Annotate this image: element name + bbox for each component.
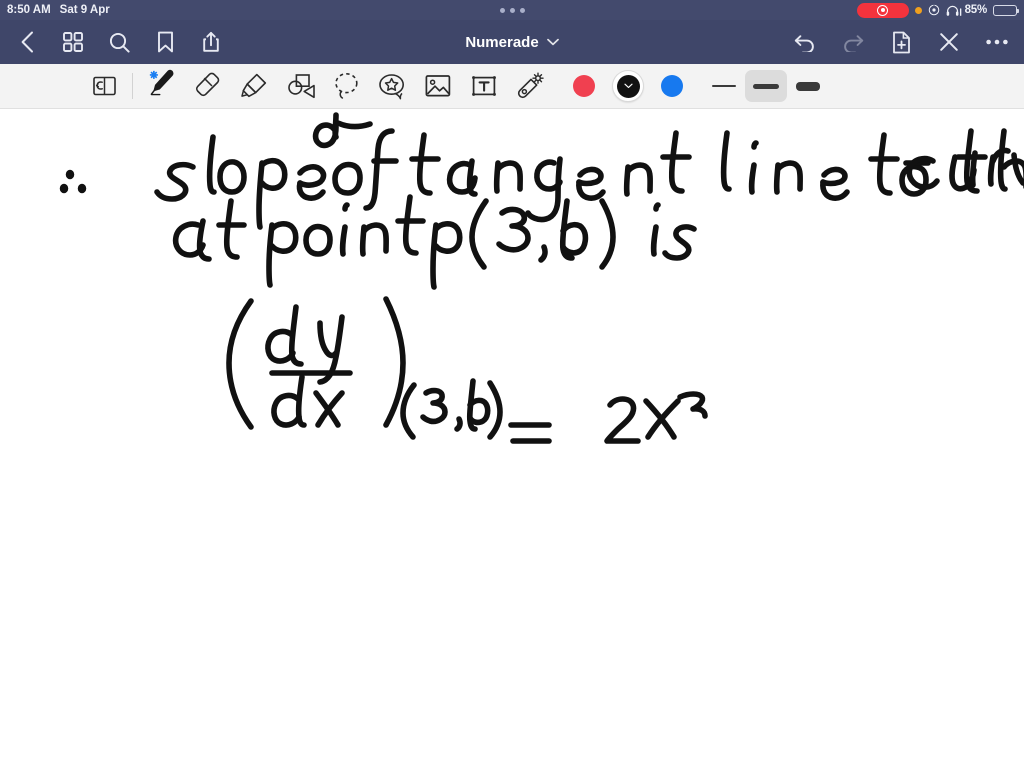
shapes-tool[interactable] <box>277 67 323 105</box>
ipad-notes-app-window: 8:50 AM Sat 9 Apr 85% Numerade ⁕ <box>0 0 1024 768</box>
laser-tool[interactable] <box>507 67 553 105</box>
more-button[interactable] <box>984 29 1010 55</box>
headphones-icon <box>946 4 961 16</box>
color-black[interactable] <box>606 67 650 105</box>
page-flip-tool[interactable] <box>82 67 128 105</box>
microphone-in-use-dot <box>914 6 922 14</box>
status-time: 8:50 AM <box>7 4 51 16</box>
eraser-icon <box>196 72 220 97</box>
close-button[interactable] <box>936 29 962 55</box>
highlighter-icon <box>241 73 267 98</box>
battery-icon <box>993 4 1020 16</box>
navigation-bar: Numerade <box>0 20 1024 64</box>
color-blue[interactable] <box>650 67 694 105</box>
redo-icon <box>844 35 864 52</box>
chevron-down-icon[interactable] <box>546 38 559 46</box>
ink-line-2 <box>172 194 697 290</box>
ink-word-curve <box>906 147 1024 192</box>
pen-tool[interactable]: ⁕ <box>139 67 185 105</box>
multitasking-dot <box>509 7 515 13</box>
chevron-left-icon <box>21 31 33 53</box>
stroke-thin-bar <box>712 85 736 87</box>
undo-button[interactable] <box>792 29 818 55</box>
search-button[interactable] <box>106 29 132 55</box>
stroke-medium-bar <box>753 83 779 89</box>
color-swatch-blue <box>661 75 683 97</box>
navigation-left-group <box>14 29 224 55</box>
grid-icon <box>63 32 83 52</box>
ellipsis-icon <box>986 39 1008 45</box>
shapes-icon <box>288 74 315 99</box>
bookmark-button[interactable] <box>152 29 178 55</box>
handwritten-ink-layer-2 <box>172 147 1024 444</box>
navigation-right-group <box>792 29 1010 55</box>
page-flip-icon <box>93 76 116 96</box>
screen-recording-icon <box>877 4 889 16</box>
highlighter-tool[interactable] <box>231 67 277 105</box>
multitasking-dot <box>499 7 505 13</box>
ink-rhs-2x3 <box>604 391 708 444</box>
stroke-thick[interactable] <box>787 70 829 102</box>
document-plus-icon <box>892 31 910 53</box>
color-swatch-red <box>573 75 595 97</box>
status-bar-right: 85% <box>856 2 1020 18</box>
page-title: Numerade <box>465 33 539 51</box>
image-icon <box>425 75 451 97</box>
text-box-icon <box>472 76 496 96</box>
stroke-medium[interactable] <box>745 70 787 102</box>
stroke-thin[interactable] <box>703 70 745 102</box>
close-x-icon <box>940 33 958 51</box>
share-icon <box>203 31 219 52</box>
search-icon <box>109 32 130 53</box>
ink-equals-sign <box>508 422 552 444</box>
pen-icon <box>150 69 174 96</box>
redo-button[interactable] <box>840 29 866 55</box>
text-tool[interactable] <box>461 67 507 105</box>
lasso-icon <box>335 73 358 99</box>
sticker-star-icon <box>379 74 405 100</box>
add-page-button[interactable] <box>888 29 914 55</box>
magic-wand-icon <box>517 72 544 99</box>
ink-line-3 <box>226 296 503 440</box>
color-swatch-black-selected <box>613 71 643 101</box>
battery-percentage: 85% <box>964 4 988 16</box>
stroke-thick-bar <box>796 81 820 91</box>
control-center-icon[interactable] <box>928 4 940 16</box>
drawing-toolbar: ⁕ <box>0 64 1024 109</box>
color-red[interactable] <box>562 67 606 105</box>
chevron-down-icon <box>623 83 633 89</box>
multitasking-dot <box>519 7 525 13</box>
toolbar-divider <box>132 73 133 99</box>
note-canvas[interactable] <box>0 109 1024 768</box>
thumbnails-button[interactable] <box>60 29 86 55</box>
bookmark-icon <box>157 31 173 53</box>
eraser-tool[interactable] <box>185 67 231 105</box>
sticker-tool[interactable] <box>369 67 415 105</box>
screen-recording-pill[interactable] <box>856 2 909 18</box>
image-tool[interactable] <box>415 67 461 105</box>
share-button[interactable] <box>198 29 224 55</box>
status-date: Sat 9 Apr <box>59 4 110 16</box>
back-button[interactable] <box>14 29 40 55</box>
undo-icon <box>794 35 814 52</box>
status-bar-left: 8:50 AM Sat 9 Apr <box>7 4 110 16</box>
status-bar: 8:50 AM Sat 9 Apr 85% <box>0 0 1024 20</box>
lasso-tool[interactable] <box>323 67 369 105</box>
